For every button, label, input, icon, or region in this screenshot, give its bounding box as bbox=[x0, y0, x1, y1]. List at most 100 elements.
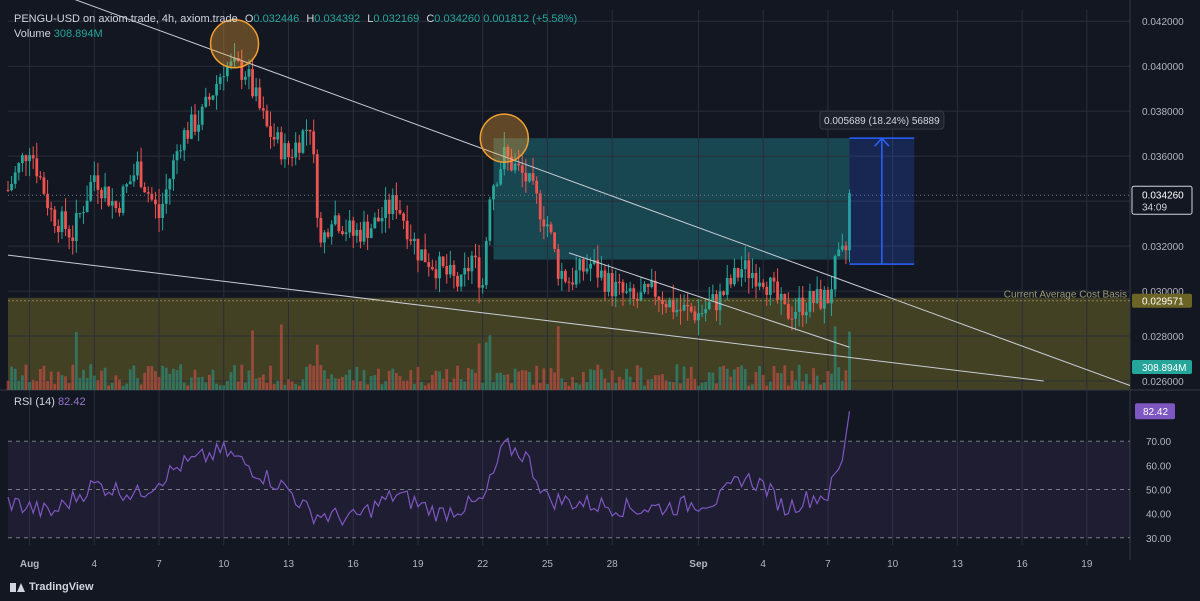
volume-bar bbox=[64, 376, 67, 390]
candle-body bbox=[729, 278, 733, 285]
candle-body bbox=[589, 263, 592, 269]
volume-bar bbox=[423, 385, 427, 390]
price-tick-label: 0.032000 bbox=[1142, 242, 1184, 253]
volume-bar bbox=[625, 368, 628, 390]
volume-bar bbox=[585, 381, 589, 390]
volume-bar bbox=[826, 371, 830, 390]
candle-body bbox=[758, 282, 761, 287]
candle-body bbox=[207, 96, 211, 100]
volume-bar bbox=[560, 378, 564, 390]
volume-bar bbox=[164, 367, 168, 390]
current-price-label: 0.034260 bbox=[1142, 190, 1184, 201]
candle-body bbox=[377, 217, 380, 222]
candle-body bbox=[82, 212, 85, 214]
volume-bar bbox=[650, 379, 654, 390]
candle-body bbox=[359, 229, 362, 242]
candle-body bbox=[143, 187, 147, 193]
volume-bar bbox=[474, 372, 477, 390]
candle-body bbox=[700, 313, 704, 315]
candle-body bbox=[679, 309, 682, 311]
candle-body bbox=[578, 259, 582, 271]
candle-body bbox=[46, 193, 49, 209]
volume-bar bbox=[297, 385, 301, 390]
volume-bar bbox=[664, 380, 668, 390]
tradingview-brand[interactable]: TradingView bbox=[10, 581, 94, 593]
volume-bar bbox=[524, 370, 528, 390]
volume-bar bbox=[17, 380, 21, 390]
candle-body bbox=[607, 273, 610, 292]
volume-bar bbox=[556, 326, 560, 390]
candle-body bbox=[761, 282, 765, 287]
volume-bar bbox=[384, 380, 387, 390]
candle-body bbox=[427, 262, 431, 267]
volume-bar bbox=[398, 376, 402, 390]
candle-body bbox=[114, 201, 118, 209]
time-tick-label: 7 bbox=[156, 559, 162, 570]
volume-bar bbox=[272, 384, 276, 390]
brand-name: TradingView bbox=[29, 581, 94, 593]
candle-body bbox=[326, 232, 330, 237]
candle-body bbox=[646, 283, 650, 287]
candle-body bbox=[254, 87, 258, 97]
volume-bar bbox=[531, 384, 535, 390]
volume-bar bbox=[78, 378, 82, 390]
volume-bar bbox=[161, 365, 165, 390]
candle-body bbox=[6, 189, 10, 191]
volume-bar bbox=[13, 368, 17, 390]
time-tick-label: Aug bbox=[20, 559, 39, 570]
candle-body bbox=[470, 255, 474, 272]
volume-bar bbox=[168, 373, 172, 390]
candle-body bbox=[675, 309, 679, 313]
volume-bar bbox=[445, 369, 449, 390]
price-chart[interactable]: 0.0260000.0280000.0300000.0320000.034000… bbox=[0, 0, 1200, 601]
volume-bar bbox=[146, 366, 150, 390]
candle-body bbox=[463, 267, 467, 275]
volume-bar bbox=[711, 372, 715, 390]
volume-bar bbox=[729, 376, 733, 390]
volume-bar bbox=[348, 369, 352, 390]
volume-bar bbox=[179, 364, 183, 390]
volume-bar bbox=[635, 365, 639, 390]
candle-body bbox=[517, 163, 521, 166]
candle-body bbox=[484, 240, 488, 286]
candle-body bbox=[754, 273, 758, 287]
volume-bar bbox=[639, 367, 643, 390]
candle-body bbox=[840, 245, 844, 250]
candle-body bbox=[441, 256, 445, 267]
time-tick-label: 16 bbox=[1017, 559, 1029, 570]
rsi-last-label: 82.42 bbox=[1143, 407, 1168, 418]
volume-bar bbox=[848, 331, 851, 390]
volume-bar bbox=[758, 366, 761, 390]
candle-body bbox=[689, 306, 693, 312]
volume-bar bbox=[301, 379, 305, 390]
candle-body bbox=[790, 318, 794, 320]
volume-legend: Volume 308.894M bbox=[14, 28, 103, 40]
time-tick-label: 28 bbox=[607, 559, 619, 570]
time-tick-label: 16 bbox=[348, 559, 360, 570]
volume-bar bbox=[24, 364, 28, 390]
volume-bar bbox=[132, 365, 136, 390]
candle-body bbox=[154, 199, 157, 205]
candle-body bbox=[197, 124, 200, 132]
avg-cost-tag-label: 0.029571 bbox=[1142, 297, 1184, 308]
volume-bar bbox=[10, 366, 13, 390]
volume-bar bbox=[679, 383, 682, 390]
candle-body bbox=[269, 126, 272, 137]
candle-body bbox=[564, 270, 567, 282]
volume-bar bbox=[283, 384, 287, 390]
candle-body bbox=[736, 268, 740, 278]
volume-bar bbox=[754, 372, 758, 390]
volume-bar bbox=[761, 374, 765, 390]
volume-bar bbox=[409, 370, 413, 390]
candle-body bbox=[161, 203, 165, 218]
volume-bar bbox=[175, 370, 179, 390]
candle-body bbox=[157, 204, 161, 218]
candle-body bbox=[128, 181, 132, 185]
volume-bar bbox=[700, 382, 704, 390]
volume-bar bbox=[157, 376, 161, 390]
volume-bar bbox=[402, 380, 405, 390]
candle-body bbox=[330, 224, 334, 237]
price-tick-label: 0.028000 bbox=[1142, 332, 1184, 343]
candle-body bbox=[783, 293, 787, 305]
volume-bar bbox=[233, 365, 236, 390]
